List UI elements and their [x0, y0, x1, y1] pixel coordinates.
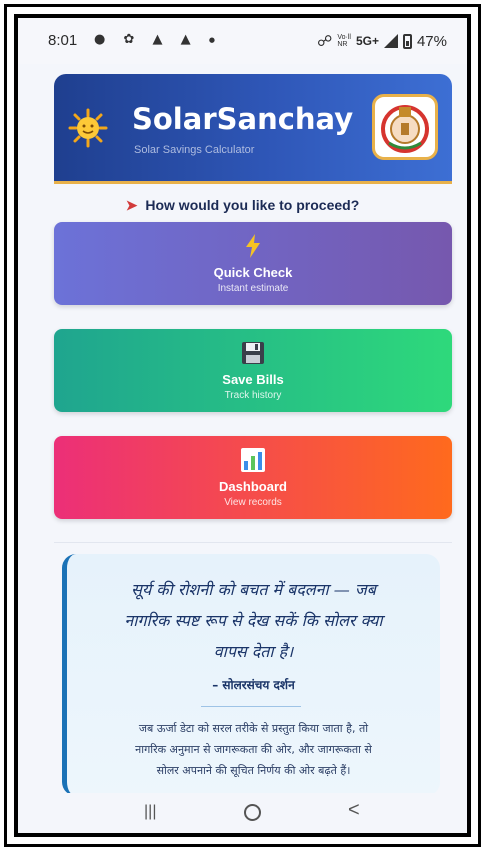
- volte-indicator: Vo·ll NR: [337, 34, 351, 48]
- bar-chart-icon: [54, 448, 452, 472]
- phone-screen: 8:01 ● ✿ ▲ ▲ ● ☍ Vo·ll NR 5G+ 47% SolarS…: [14, 14, 471, 837]
- emblem-icon: ▲: [180, 32, 196, 47]
- notification-icons: ● ✿ ▲ ▲ ●: [94, 32, 224, 47]
- card-title: Quick Check: [213, 265, 293, 280]
- battery-icon: [402, 33, 412, 49]
- quote-author: – सोलरसंचय दर्शन: [212, 678, 295, 692]
- network-type: 5G+: [355, 34, 379, 48]
- dashboard-button[interactable]: Dashboard View records: [54, 436, 452, 519]
- section-divider: [54, 542, 452, 543]
- dot-icon: ●: [208, 35, 220, 44]
- status-bar: 8:01 ● ✿ ▲ ▲ ● ☍ Vo·ll NR 5G+ 47%: [18, 18, 467, 64]
- sun-icon: [68, 108, 108, 148]
- quote-text: सूर्य की रोशनी को बचत में बदलना — जब नाग…: [124, 580, 383, 661]
- android-nav-bar: ||| <: [18, 793, 467, 833]
- back-button[interactable]: <: [348, 799, 360, 822]
- save-bills-button[interactable]: Save Bills Track history: [54, 329, 452, 412]
- app-title: SolarSanchay: [132, 102, 354, 136]
- rocket-icon: ➤: [125, 197, 138, 213]
- home-button[interactable]: [244, 804, 261, 821]
- quote-divider: [201, 706, 301, 707]
- vision-quote-card: सूर्य की रोशनी को बचत में बदलना — जब नाग…: [62, 554, 440, 796]
- chat-icon: ●: [94, 32, 111, 47]
- battery-percent: 47%: [416, 32, 447, 50]
- pinwheel-icon: ✿: [123, 32, 140, 47]
- card-title: Dashboard: [219, 479, 287, 494]
- app-subtitle: Solar Savings Calculator: [134, 144, 255, 156]
- link-icon: ☍: [317, 33, 333, 50]
- lightning-icon: [54, 234, 452, 258]
- system-status: ☍ Vo·ll NR 5G+ 47%: [317, 32, 447, 51]
- status-time: 8:01: [48, 32, 78, 49]
- recents-button[interactable]: |||: [144, 803, 156, 821]
- app-header: SolarSanchay Solar Savings Calculator: [54, 74, 452, 184]
- card-subtitle: View records: [224, 497, 282, 508]
- card-title: Save Bills: [222, 372, 284, 387]
- quick-check-button[interactable]: Quick Check Instant estimate: [54, 222, 452, 305]
- floppy-disk-icon: [54, 341, 452, 365]
- emblem-icon: ▲: [152, 32, 168, 47]
- proceed-prompt: ➤ How would you like to proceed?: [125, 197, 360, 213]
- signal-icon: [383, 34, 398, 48]
- quote-body: जब ऊर्जा डेटा को सरल तरीके से प्रस्तुत क…: [135, 722, 372, 777]
- emblem-icon: [381, 105, 429, 153]
- government-emblem-logo: [372, 94, 438, 160]
- card-subtitle: Track history: [224, 390, 282, 401]
- card-subtitle: Instant estimate: [217, 283, 289, 294]
